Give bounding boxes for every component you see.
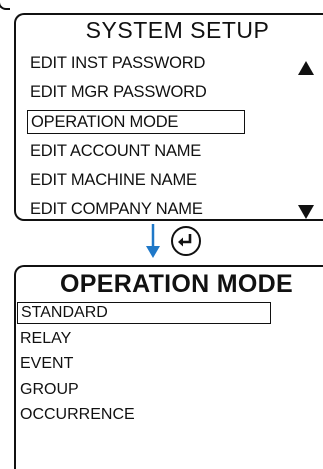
mode-item-occurrence[interactable]: OCCURRENCE: [20, 402, 271, 428]
system-setup-menu: EDIT INST PASSWORD EDIT MGR PASSWORD OPE…: [27, 49, 246, 225]
mode-item-relay[interactable]: RELAY: [20, 326, 271, 352]
system-setup-title: SYSTEM SETUP: [85, 17, 270, 43]
menu-item-edit-account-name[interactable]: EDIT ACCOUNT NAME: [30, 137, 245, 166]
operation-mode-menu: STANDARD RELAY EVENT GROUP OCCURRENCE: [17, 300, 271, 428]
system-setup-panel: SYSTEM SETUP EDIT INST PASSWORD EDIT MGR…: [14, 13, 323, 221]
menu-item-edit-mgr-password[interactable]: EDIT MGR PASSWORD: [30, 78, 245, 107]
menu-item-edit-machine-name[interactable]: EDIT MACHINE NAME: [30, 166, 245, 195]
operation-mode-panel: OPERATION MODE STANDARD RELAY EVENT GROU…: [14, 265, 323, 469]
operation-mode-title: OPERATION MODE: [60, 270, 293, 298]
arrow-down-icon: [146, 224, 160, 258]
mode-item-standard[interactable]: STANDARD: [17, 300, 271, 326]
mode-item-group[interactable]: GROUP: [20, 377, 271, 403]
enter-return-icon[interactable]: [171, 226, 201, 256]
mode-item-event[interactable]: EVENT: [20, 351, 271, 377]
scroll-up-icon[interactable]: [298, 61, 314, 75]
menu-item-edit-company-name[interactable]: EDIT COMPANY NAME: [30, 195, 245, 224]
menu-item-operation-mode[interactable]: OPERATION MODE: [27, 108, 246, 137]
menu-item-edit-inst-password[interactable]: EDIT INST PASSWORD: [30, 49, 245, 78]
previous-panel-corner: [0, 0, 10, 10]
scroll-down-icon[interactable]: [298, 205, 314, 219]
